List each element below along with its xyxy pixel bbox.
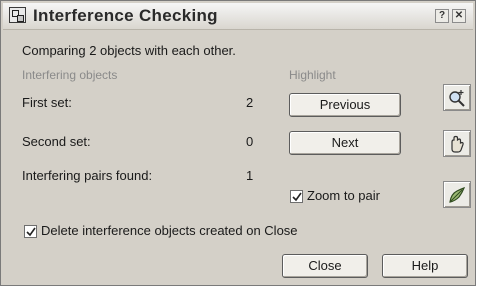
interfering-pairs-value: 1 <box>246 168 254 183</box>
highlight-heading: Highlight <box>289 68 336 82</box>
zoom-realtime-icon <box>449 90 465 107</box>
first-set-value: 2 <box>246 95 254 110</box>
interfering-objects-heading: Interfering objects <box>22 68 118 82</box>
second-set-label: Second set: <box>22 134 91 149</box>
help-button[interactable]: Help <box>382 254 468 278</box>
help-title-button[interactable]: ? <box>435 9 449 23</box>
first-set-label: First set: <box>22 95 72 110</box>
zoom-to-pair-label: Zoom to pair <box>307 188 380 203</box>
zoom-realtime-button[interactable] <box>443 84 471 111</box>
second-set-value: 0 <box>246 134 254 149</box>
delete-objects-checkbox[interactable] <box>24 225 37 238</box>
pan-button[interactable] <box>443 130 471 157</box>
checkmark-icon <box>292 192 302 202</box>
interference-app-icon <box>9 7 26 23</box>
checkmark-icon <box>26 227 36 237</box>
zoom-to-pair-checkbox[interactable] <box>290 190 303 203</box>
window-title: Interference Checking <box>33 6 218 25</box>
orbit-button[interactable] <box>443 181 471 208</box>
interfering-pairs-label: Interfering pairs found: <box>22 168 153 183</box>
previous-button[interactable]: Previous <box>289 93 401 117</box>
close-button[interactable]: Close <box>282 254 368 278</box>
orbit-icon <box>449 187 466 203</box>
comparison-summary: Comparing 2 objects with each other. <box>22 43 236 58</box>
interference-checking-dialog: Interference Checking ? ✕ Comparing 2 ob… <box>0 0 476 286</box>
title-bar[interactable]: Interference Checking ? ✕ <box>3 3 473 30</box>
next-button[interactable]: Next <box>289 131 401 155</box>
pan-icon <box>451 135 464 153</box>
delete-objects-label: Delete interference objects created on C… <box>41 223 298 238</box>
close-title-button[interactable]: ✕ <box>452 9 466 23</box>
